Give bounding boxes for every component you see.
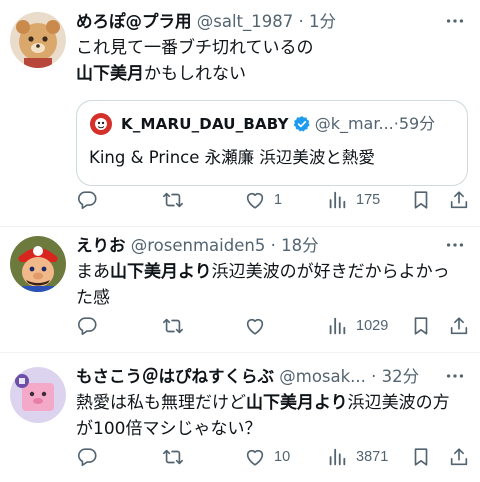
share-icon [450, 448, 468, 466]
timestamp[interactable]: 18分 [281, 236, 319, 255]
avatar[interactable] [10, 12, 66, 68]
mention-highlight: 山下美月より [246, 393, 348, 413]
tweet-actions: 1029 [76, 314, 468, 338]
tweet-text-span: まあ [76, 262, 110, 282]
avatar-image [10, 367, 66, 423]
quoted-tweet-text: King & Prince 永瀬廉 浜辺美波と熱愛 [89, 148, 375, 167]
share-button[interactable] [448, 314, 470, 338]
retweet-icon [163, 318, 183, 334]
views-button[interactable]: 3871 [326, 445, 388, 469]
tweet-text-span: 熱愛は私も無理だけど [76, 393, 246, 413]
like-count: 10 [274, 449, 291, 465]
reply-button[interactable] [76, 188, 106, 212]
tweet-header: めろぽ@プラ用 @salt_1987 · 1分 [76, 10, 468, 34]
separator-dot: · [371, 367, 377, 386]
user-handle[interactable]: @salt_1987 [197, 12, 294, 31]
like-button[interactable]: 1 [244, 188, 282, 212]
tweet-text-line: 熱愛は私も無理だけど山下美月より浜辺美波の方 [76, 390, 468, 416]
views-icon [329, 191, 346, 209]
tweet-text: 熱愛は私も無理だけど山下美月より浜辺美波の方 が100倍マシじゃない？ [76, 390, 468, 442]
heart-icon [246, 192, 264, 209]
share-icon [450, 317, 468, 335]
display-name[interactable]: もさこう＠はぴねすくらぶ [76, 367, 274, 386]
share-icon [450, 191, 468, 209]
tweet-actions: 1 175 [76, 188, 468, 212]
quoted-tweet-header: K_MARU_DAU_BABY @k_mar... · 59分 [89, 111, 455, 137]
tweet-actions: 10 3871 [76, 445, 468, 469]
more-options-icon[interactable] [444, 10, 468, 34]
retweet-button[interactable] [162, 445, 192, 469]
share-button[interactable] [448, 445, 470, 469]
retweet-button[interactable] [162, 188, 192, 212]
like-count: 1 [274, 192, 283, 208]
like-button[interactable] [244, 314, 274, 338]
tweet-text-line: た感 [76, 288, 110, 308]
quoted-timestamp: 59分 [398, 114, 436, 133]
avatar-image [10, 236, 66, 292]
display-name[interactable]: めろぽ@プラ用 [76, 12, 192, 31]
heart-icon [246, 449, 264, 466]
display-name[interactable]: えりお [76, 236, 126, 255]
bookmark-button[interactable] [410, 188, 432, 212]
tweet-text: まあ山下美月より浜辺美波のが好きだからよかっ た感 [76, 259, 468, 311]
bookmark-button[interactable] [410, 314, 432, 338]
share-button[interactable] [448, 188, 470, 212]
tweet-text-line: これ見て一番ブチ切れているの [76, 38, 314, 58]
tweet-text-line: 山下美月かもしれない [76, 61, 468, 87]
user-handle[interactable]: @mosak... [279, 367, 366, 386]
tweet-header: もさこう＠はぴねすくらぶ @mosak... · 32分 [76, 365, 468, 389]
bookmark-icon [414, 191, 428, 209]
mention-highlight: 山下美月より [110, 262, 212, 282]
views-icon [329, 317, 346, 335]
tweet-text-line: が100倍マシじゃない？ [76, 419, 262, 439]
tweet-2[interactable]: えりお @rosenmaiden5 · 18分 まあ山下美月より浜辺美波のが好き… [0, 227, 480, 352]
timestamp[interactable]: 32分 [382, 367, 420, 386]
timestamp[interactable]: 1分 [309, 12, 336, 31]
reply-icon [78, 317, 97, 336]
user-handle[interactable]: @rosenmaiden5 [131, 236, 266, 255]
views-button[interactable]: 175 [326, 188, 380, 212]
avatar[interactable] [10, 236, 66, 292]
separator-dot: · [298, 12, 304, 31]
retweet-icon [163, 449, 183, 465]
verified-badge-icon [293, 115, 311, 133]
quoted-tweet[interactable]: K_MARU_DAU_BABY @k_mar... · 59分 King & P… [76, 100, 468, 186]
separator-dot: · [270, 236, 276, 255]
tweet-text-span: 浜辺美波のが好きだからよかっ [211, 262, 450, 282]
tweet-3[interactable]: もさこう＠はぴねすくらぶ @mosak... · 32分 熱愛は私も無理だけど山… [0, 353, 480, 482]
views-button[interactable]: 1029 [326, 314, 388, 338]
quoted-avatar [89, 112, 113, 136]
retweet-icon [163, 192, 183, 208]
view-count: 1029 [356, 318, 389, 334]
bookmark-icon [414, 448, 428, 466]
view-count: 3871 [356, 449, 389, 465]
bookmark-button[interactable] [410, 445, 432, 469]
bookmark-icon [414, 317, 428, 335]
avatar[interactable] [10, 367, 66, 423]
mention-highlight: 山下美月 [76, 64, 144, 84]
tweet-text-span: かもしれない [144, 64, 246, 84]
avatar-image [10, 12, 66, 68]
reply-button[interactable] [76, 445, 106, 469]
more-options-icon[interactable] [444, 365, 468, 389]
view-count: 175 [356, 192, 381, 208]
tweet-header: えりお @rosenmaiden5 · 18分 [76, 234, 468, 258]
reply-button[interactable] [76, 314, 106, 338]
views-icon [329, 448, 346, 466]
tweet-1[interactable]: めろぽ@プラ用 @salt_1987 · 1分 これ見て一番ブチ切れているの 山… [0, 0, 480, 226]
retweet-button[interactable] [162, 314, 192, 338]
reply-icon [78, 191, 97, 210]
quoted-user-handle: @k_mar... [314, 114, 394, 133]
heart-icon [246, 318, 264, 335]
more-options-icon[interactable] [444, 234, 468, 258]
tweet-text: これ見て一番ブチ切れているの 山下美月かもしれない [76, 35, 468, 87]
tweet-text-span: 浜辺美波の方 [347, 393, 450, 413]
quoted-display-name: K_MARU_DAU_BABY [121, 115, 289, 133]
reply-icon [78, 448, 97, 467]
tweet-text-line: まあ山下美月より浜辺美波のが好きだからよかっ [76, 259, 468, 285]
like-button[interactable]: 10 [244, 445, 290, 469]
